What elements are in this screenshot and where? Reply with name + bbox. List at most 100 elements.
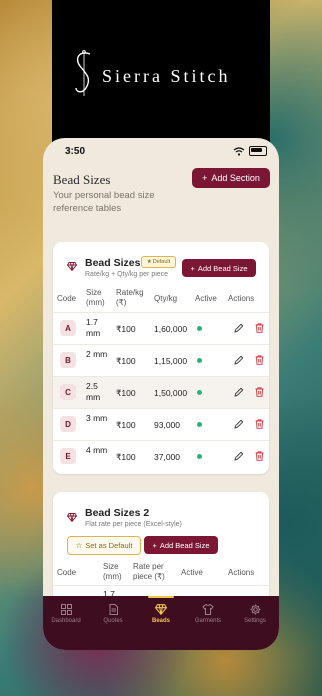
active-indicator	[197, 326, 202, 331]
edit-icon[interactable]	[234, 355, 244, 365]
delete-icon[interactable]	[255, 323, 264, 333]
battery-icon	[249, 146, 267, 156]
card-title: Bead Sizes 1	[85, 257, 150, 269]
code-chip: C	[60, 384, 76, 400]
code-chip: D	[60, 416, 76, 432]
gear-icon	[250, 604, 260, 615]
active-tab-indicator	[148, 596, 174, 598]
default-badge-label: Default	[152, 259, 171, 265]
page-title: Bead Sizes	[53, 172, 111, 187]
bottom-tab-bar: Dashboard Quotes Beads Garments Settings	[43, 596, 279, 650]
tab-label: Garments	[194, 618, 222, 624]
edit-icon[interactable]	[234, 419, 244, 429]
active-indicator	[197, 454, 202, 459]
bead-sizes-card-1: Bead Sizes 1 ★ Default Rate/kg + Qty/kg …	[53, 242, 269, 474]
card-description: Flat rate per piece (Excel-style)	[85, 521, 182, 528]
star-outline-icon: ☆	[75, 541, 83, 550]
set-as-default-button[interactable]: ☆ Set as Default	[67, 536, 141, 555]
plus-icon: +	[202, 173, 208, 183]
grid-icon	[60, 604, 72, 615]
size-cell: 4 mm	[86, 445, 108, 455]
card-title: Bead Sizes 2	[85, 507, 150, 519]
edit-icon[interactable]	[234, 451, 244, 461]
card-description: Rate/kg + Qty/kg per piece	[85, 271, 169, 278]
active-indicator	[197, 390, 202, 395]
column-header-actions: Actions	[228, 294, 255, 303]
delete-icon[interactable]	[255, 355, 264, 365]
status-time: 3:50	[65, 146, 86, 157]
code-chip: A	[60, 320, 76, 336]
table-row: E 4 mm ₹100 37,000	[53, 440, 269, 473]
tab-settings[interactable]: Settings	[232, 604, 278, 624]
shirt-icon	[202, 604, 214, 615]
size-cell: 2.5 mm	[86, 381, 101, 402]
gem-icon	[155, 604, 167, 615]
column-header-rate: Rate/kg (₹)	[116, 288, 144, 307]
tab-garments[interactable]: Garments	[185, 604, 231, 624]
qty-cell: 1,60,000	[154, 324, 188, 334]
add-section-label: Add Section	[211, 173, 260, 183]
tab-quotes[interactable]: Quotes	[90, 604, 136, 624]
active-indicator	[197, 422, 202, 427]
tab-beads[interactable]: Beads	[138, 604, 184, 624]
wifi-icon	[233, 146, 245, 156]
plus-icon: +	[152, 540, 157, 550]
table-row: D 3 mm ₹100 93,000	[53, 408, 269, 441]
size-cell: 2 mm	[86, 349, 108, 359]
column-header-code: Code	[57, 294, 77, 303]
tab-label: Quotes	[103, 618, 123, 624]
qty-cell: 1,15,000	[154, 356, 188, 366]
qty-cell: 1,50,000	[154, 388, 188, 398]
plus-icon: +	[190, 263, 195, 273]
brand-logo-icon	[75, 50, 91, 96]
rate-cell: ₹100	[116, 324, 136, 334]
rate-cell: ₹100	[116, 420, 136, 430]
code-chip: B	[60, 352, 76, 368]
column-header-active: Active	[195, 294, 217, 303]
delete-icon[interactable]	[255, 451, 264, 461]
rate-cell: ₹100	[116, 452, 136, 462]
add-bead-size-button[interactable]: + Add Bead Size	[144, 536, 218, 554]
tab-dashboard[interactable]: Dashboard	[43, 604, 89, 624]
edit-icon[interactable]	[234, 323, 244, 333]
table-row: A 1.7 mm ₹100 1,60,000	[53, 312, 269, 345]
column-header-active: Active	[181, 568, 203, 577]
delete-icon[interactable]	[255, 387, 264, 397]
add-bead-size-label: Add Bead Size	[197, 263, 248, 273]
delete-icon[interactable]	[255, 419, 264, 429]
qty-cell: 93,000	[154, 420, 180, 430]
rate-cell: ₹100	[116, 388, 136, 398]
add-bead-size-button[interactable]: + Add Bead Size	[182, 259, 256, 277]
status-icons	[233, 146, 267, 156]
brand-name: Sierra Stitch	[102, 66, 231, 86]
tab-label: Beads	[151, 618, 170, 624]
document-icon	[109, 604, 118, 615]
column-header-rate: Rate per piece (₹)	[133, 562, 165, 581]
table-row: C 2.5 mm ₹100 1,50,000	[53, 376, 269, 409]
size-cell: 1.7 mm	[86, 317, 101, 338]
app-screen: 3:50 Bead Sizes Your personal bead size …	[43, 138, 279, 650]
active-indicator	[197, 358, 202, 363]
edit-icon[interactable]	[234, 387, 244, 397]
column-header-code: Code	[57, 568, 77, 577]
table-row: B 2 mm ₹100 1,15,000	[53, 344, 269, 377]
qty-cell: 37,000	[154, 452, 180, 462]
status-bar: 3:50	[43, 138, 279, 166]
gem-icon	[67, 513, 77, 522]
tab-label: Dashboard	[51, 618, 81, 624]
rate-cell: ₹100	[116, 356, 136, 366]
gem-icon	[67, 262, 77, 271]
column-header-qty: Qty/kg	[154, 294, 178, 303]
size-cell: 3 mm	[86, 413, 108, 423]
column-header-size: Size (mm)	[86, 288, 105, 307]
code-chip: E	[60, 448, 76, 464]
add-bead-size-label: Add Bead Size	[159, 540, 210, 550]
page-subtitle: Your personal bead size reference tables	[53, 190, 155, 214]
set-as-default-label: Set as Default	[85, 541, 133, 550]
column-header-size: Size (mm)	[103, 562, 122, 581]
column-header-actions: Actions	[228, 568, 255, 577]
tab-label: Settings	[244, 618, 266, 624]
add-section-button[interactable]: + Add Section	[192, 168, 270, 188]
default-badge: ★ Default	[141, 256, 176, 268]
star-icon: ★	[146, 259, 152, 265]
